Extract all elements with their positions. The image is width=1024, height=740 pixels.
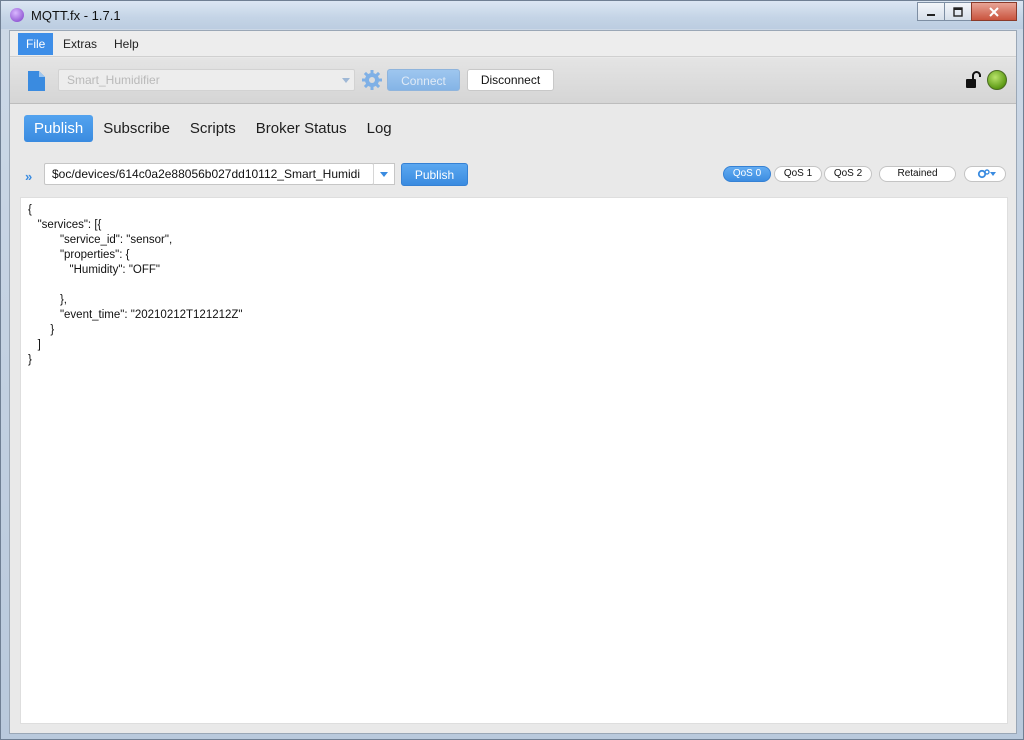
document-icon[interactable] [27,70,46,92]
gear-icon[interactable] [361,69,383,91]
tab-publish[interactable]: Publish [24,115,94,142]
retained-toggle[interactable]: Retained [879,166,956,182]
settings-dropdown-icon [977,169,996,179]
close-icon [989,6,999,17]
app-icon [10,8,24,22]
chevron-down-icon [342,78,350,83]
client-area: File Extras Help Smart_Humidifier Connec… [9,30,1017,734]
tab-broker-status[interactable]: Broker Status [246,115,357,142]
connection-toolbar: Smart_Humidifier Connect Disconnect [10,58,1016,104]
disconnect-button[interactable]: Disconnect [467,69,554,91]
menu-extras[interactable]: Extras [55,33,105,55]
qos-0-toggle[interactable]: QoS 0 [723,166,771,182]
qos-1-toggle[interactable]: QoS 1 [774,166,822,182]
menu-help[interactable]: Help [106,33,147,55]
publish-options-button[interactable] [964,166,1006,182]
topic-dropdown-button[interactable] [373,163,395,185]
close-button[interactable] [971,2,1017,21]
menu-bar: File Extras Help [10,31,1016,57]
maximize-icon [953,6,963,17]
main-tabs: Publish Subscribe Scripts Broker Status … [24,115,402,143]
minimize-button[interactable] [917,2,945,21]
window-title: MQTT.fx - 1.7.1 [31,8,121,23]
menu-file[interactable]: File [18,33,54,55]
payload-editor[interactable]: { "services": [{ "service_id": "sensor",… [20,197,1008,724]
title-bar[interactable]: MQTT.fx - 1.7.1 [1,1,1023,29]
connection-status-indicator [987,70,1007,90]
connection-profile-value: Smart_Humidifier [67,73,160,87]
app-window: MQTT.fx - 1.7.1 File Extras Help Smart_H… [0,0,1024,740]
tab-scripts[interactable]: Scripts [180,115,246,142]
publish-button[interactable]: Publish [401,163,468,186]
topic-input[interactable]: $oc/devices/614c0a2e88056b027dd10112_Sma… [44,163,374,185]
chevron-down-icon [380,172,388,177]
payload-text[interactable]: { "services": [{ "service_id": "sensor",… [28,203,243,368]
tab-log[interactable]: Log [357,115,402,142]
double-chevron-right-icon[interactable]: » [25,169,32,184]
connection-profile-select[interactable]: Smart_Humidifier [58,69,355,91]
minimize-icon [927,13,935,16]
tab-subscribe[interactable]: Subscribe [93,115,180,142]
window-controls [917,2,1017,21]
qos-2-toggle[interactable]: QoS 2 [824,166,872,182]
unlock-icon [966,71,981,88]
maximize-button[interactable] [944,2,972,21]
connect-button[interactable]: Connect [387,69,460,91]
